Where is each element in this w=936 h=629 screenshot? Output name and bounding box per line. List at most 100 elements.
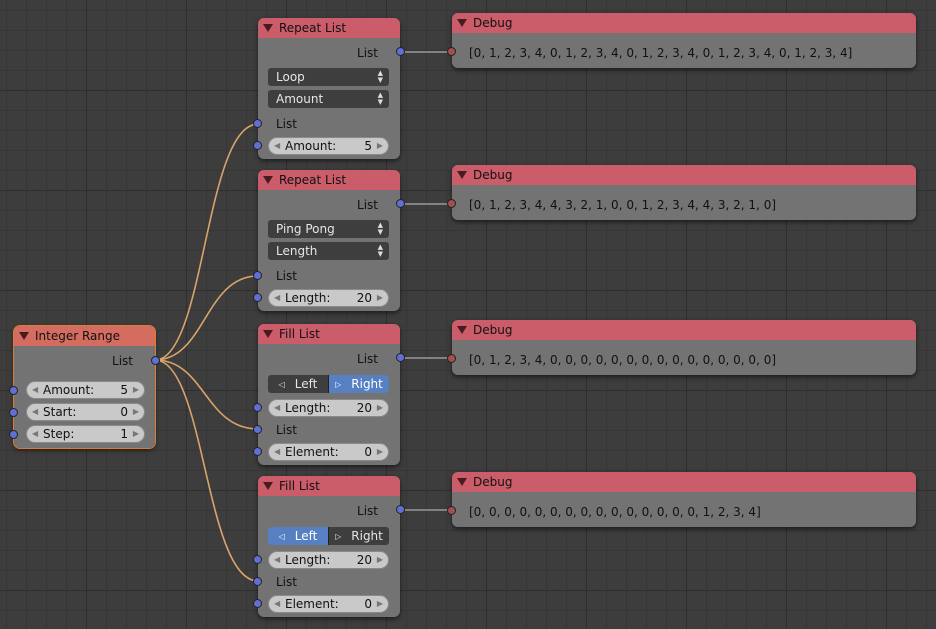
node-title: Repeat List (279, 21, 347, 35)
fill-list-node-2[interactable]: Fill List List ◁ Left ▷ Right ◀ Length: 20… (253, 476, 405, 617)
input-list-socket[interactable] (253, 425, 262, 434)
increment-arrow-icon[interactable]: ▶ (377, 447, 383, 456)
length-socket[interactable] (253, 555, 262, 564)
decrement-arrow-icon[interactable]: ◀ (274, 555, 280, 564)
node-header[interactable]: Debug (452, 472, 916, 492)
increment-arrow-icon[interactable]: ▶ (377, 403, 383, 412)
amount-field[interactable]: ◀ Amount: 5 ▶ (268, 137, 389, 155)
debug-input-socket[interactable] (447, 506, 456, 515)
direction-left-option[interactable]: ◁ Left (268, 527, 328, 545)
repeat-unit-dropdown[interactable]: Amount ▲ ▼ (268, 90, 389, 108)
node-header[interactable]: Integer Range (14, 326, 155, 346)
right-arrow-icon: ▷ (335, 531, 342, 541)
repeat-mode-dropdown[interactable]: Ping Pong ▲ ▼ (268, 220, 389, 238)
node-header[interactable]: Repeat List (258, 170, 400, 190)
repeat-list-node-2[interactable]: Repeat List List Ping Pong ▲ ▼ Length ▲ ▼ … (253, 170, 405, 311)
node-title: Integer Range (35, 329, 121, 343)
debug-output-text: [0, 1, 2, 3, 4, 4, 3, 2, 1, 0, 0, 1, 2, … (469, 198, 777, 212)
debug-node-4[interactable]: Debug [0, 0, 0, 0, 0, 0, 0, 0, 0, 0, 0, … (447, 472, 916, 527)
output-socket[interactable] (396, 505, 405, 514)
debug-input-socket[interactable] (447, 199, 456, 208)
debug-output-text: [0, 1, 2, 3, 4, 0, 0, 0, 0, 0, 0, 0, 0, … (469, 353, 777, 367)
output-label: List (357, 504, 378, 518)
length-socket[interactable] (253, 293, 262, 302)
node-title: Fill List (279, 479, 320, 493)
collapse-triangle-icon[interactable] (457, 19, 467, 27)
increment-arrow-icon[interactable]: ▶ (377, 293, 383, 302)
decrement-arrow-icon[interactable]: ◀ (274, 293, 280, 302)
collapse-triangle-icon[interactable] (19, 332, 29, 340)
fill-list-node-1[interactable]: Fill List List ◁ Left ▷ Right ◀ Length: 20… (253, 324, 405, 465)
output-socket[interactable] (151, 356, 160, 365)
debug-input-socket[interactable] (447, 354, 456, 363)
repeat-mode-dropdown[interactable]: Loop ▲ ▼ (268, 68, 389, 86)
node-header[interactable]: Repeat List (258, 18, 400, 38)
collapse-triangle-icon[interactable] (263, 330, 273, 338)
node-header[interactable]: Fill List (258, 476, 400, 496)
repeat-unit-dropdown[interactable]: Length ▲ ▼ (268, 242, 389, 260)
decrement-arrow-icon[interactable]: ◀ (274, 447, 280, 456)
direction-right-option[interactable]: ▷ Right (329, 375, 389, 393)
length-socket[interactable] (253, 403, 262, 412)
amount-socket[interactable] (253, 141, 262, 150)
repeat-list-node-1[interactable]: Repeat List List Loop ▲ ▼ Amount ▲ ▼ List … (253, 18, 405, 159)
element-field[interactable]: ◀ Element: 0 ▶ (268, 595, 389, 613)
increment-arrow-icon[interactable]: ▶ (133, 429, 139, 438)
length-field[interactable]: ◀ Length: 20 ▶ (268, 289, 389, 307)
direction-toggle[interactable]: ◁ Left ▷ Right (268, 375, 389, 393)
node-header[interactable]: Debug (452, 13, 916, 33)
collapse-triangle-icon[interactable] (263, 482, 273, 490)
node-header[interactable]: Debug (452, 320, 916, 340)
start-socket[interactable] (9, 408, 18, 417)
step-field[interactable]: ◀ Step: 1 ▶ (26, 425, 145, 443)
decrement-arrow-icon[interactable]: ◀ (274, 403, 280, 412)
debug-node-1[interactable]: Debug [0, 1, 2, 3, 4, 0, 1, 2, 3, 4, 0, … (447, 13, 916, 68)
integer-range-node[interactable]: Integer Range List ◀ Amount: 5 ▶ ◀ Start… (9, 325, 160, 449)
output-socket[interactable] (396, 47, 405, 56)
direction-toggle[interactable]: ◁ Left ▷ Right (268, 527, 389, 545)
increment-arrow-icon[interactable]: ▶ (377, 599, 383, 608)
element-socket[interactable] (253, 447, 262, 456)
debug-output-text: [0, 1, 2, 3, 4, 0, 1, 2, 3, 4, 0, 1, 2, … (469, 46, 853, 60)
increment-arrow-icon[interactable]: ▶ (377, 141, 383, 150)
left-arrow-icon: ◁ (278, 531, 285, 541)
length-field[interactable]: ◀ Length: 20 ▶ (268, 551, 389, 569)
output-socket[interactable] (396, 353, 405, 362)
output-socket[interactable] (396, 199, 405, 208)
debug-output-text: [0, 0, 0, 0, 0, 0, 0, 0, 0, 0, 0, 0, 0, … (469, 505, 761, 519)
decrement-arrow-icon[interactable]: ◀ (32, 385, 38, 394)
decrement-arrow-icon[interactable]: ◀ (274, 599, 280, 608)
decrement-arrow-icon[interactable]: ◀ (32, 407, 38, 416)
direction-right-option[interactable]: ▷ Right (329, 527, 389, 545)
node-links (154, 51, 452, 582)
decrement-arrow-icon[interactable]: ◀ (274, 141, 280, 150)
increment-arrow-icon[interactable]: ▶ (377, 555, 383, 564)
collapse-triangle-icon[interactable] (263, 176, 273, 184)
amount-socket[interactable] (9, 386, 18, 395)
debug-input-socket[interactable] (447, 47, 456, 56)
direction-left-option[interactable]: ◁ Left (268, 375, 328, 393)
input-list-socket[interactable] (253, 577, 262, 586)
node-header[interactable]: Debug (452, 165, 916, 185)
input-list-socket[interactable] (253, 271, 262, 280)
node-header[interactable]: Fill List (258, 324, 400, 344)
start-field[interactable]: ◀ Start: 0 ▶ (26, 403, 145, 421)
node-title: Debug (473, 323, 513, 337)
debug-node-3[interactable]: Debug [0, 1, 2, 3, 4, 0, 0, 0, 0, 0, 0, … (447, 320, 916, 375)
step-socket[interactable] (9, 430, 18, 439)
debug-node-2[interactable]: Debug [0, 1, 2, 3, 4, 4, 3, 2, 1, 0, 0, … (447, 165, 916, 220)
input-list-socket[interactable] (253, 119, 262, 128)
element-field[interactable]: ◀ Element: 0 ▶ (268, 443, 389, 461)
length-field[interactable]: ◀ Length: 20 ▶ (268, 399, 389, 417)
increment-arrow-icon[interactable]: ▶ (133, 407, 139, 416)
collapse-triangle-icon[interactable] (457, 326, 467, 334)
decrement-arrow-icon[interactable]: ◀ (32, 429, 38, 438)
amount-field[interactable]: ◀ Amount: 5 ▶ (26, 381, 145, 399)
node-title: Debug (473, 16, 513, 30)
node-title: Fill List (279, 327, 320, 341)
collapse-triangle-icon[interactable] (263, 24, 273, 32)
collapse-triangle-icon[interactable] (457, 171, 467, 179)
collapse-triangle-icon[interactable] (457, 478, 467, 486)
element-socket[interactable] (253, 599, 262, 608)
increment-arrow-icon[interactable]: ▶ (133, 385, 139, 394)
